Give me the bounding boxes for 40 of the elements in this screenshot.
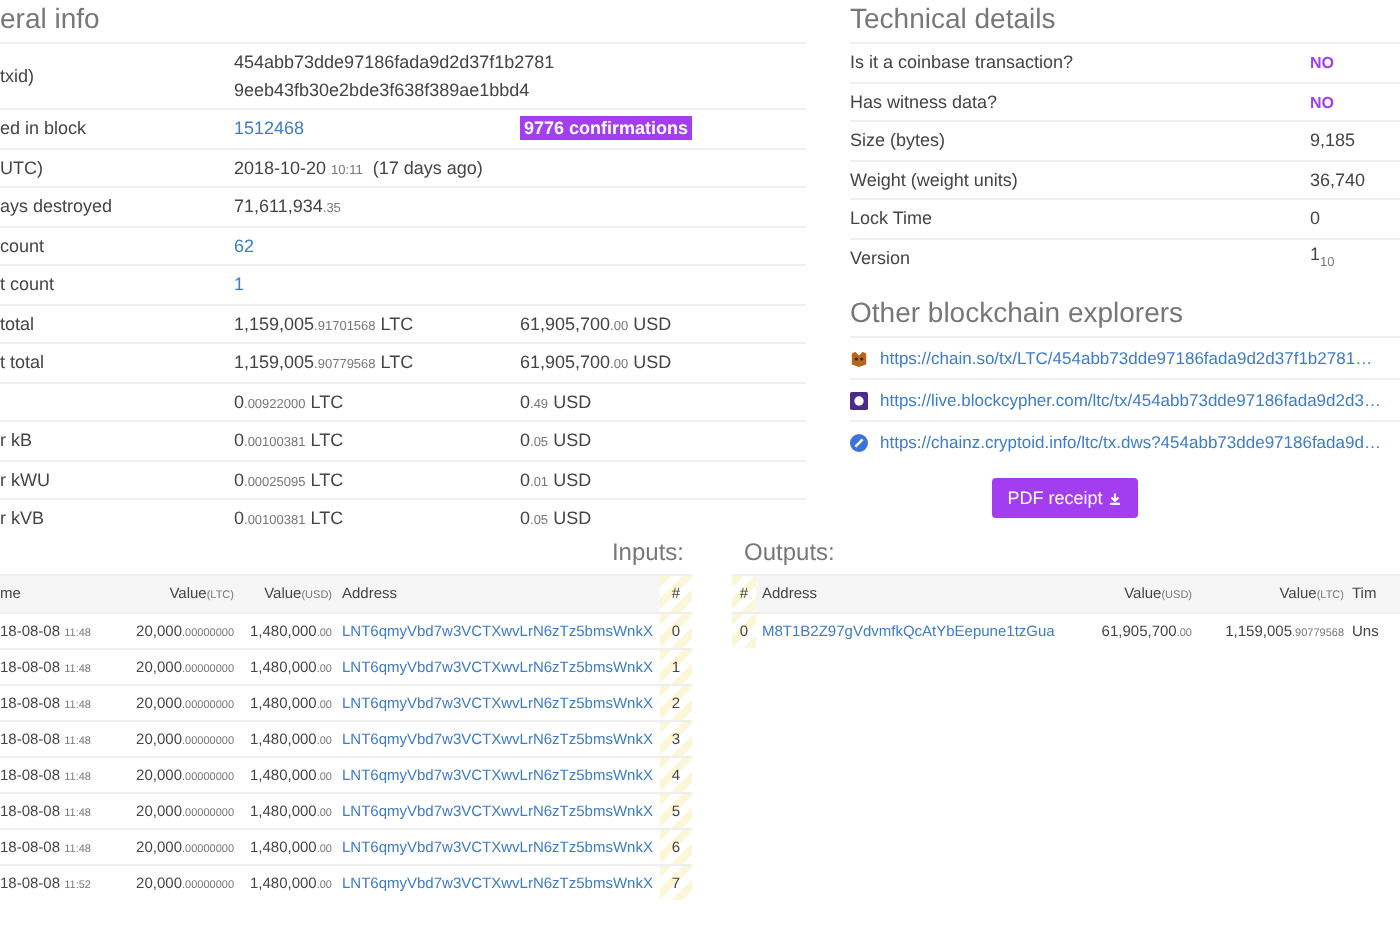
pencil-icon [850,433,868,451]
flag-value: NO [1310,93,1334,112]
row-label: Size (bytes) [850,130,946,151]
row-label: t total [0,352,45,373]
row-label: txid) [0,66,35,86]
row-value: 0 [1310,208,1321,229]
dog-icon [850,349,868,367]
section-title: eral info [0,0,102,38]
flag-value: NO [1310,54,1334,73]
block-link[interactable]: 1512468 [234,118,305,139]
row-label: ed in block [0,118,87,139]
transaction-hash: 454abb73dde97186fada9d2d37f1b2781 9eeb43fb30e2bde3f638f389ae1bbd4 [234,52,555,100]
confirmations-badge: 9776 confirmations [520,116,693,141]
row-label: total [0,313,35,334]
explorer-link[interactable]: https://chainz.cryptoid.info/ltc/tx.dws?454abb73dde97186fada9d… [880,432,1381,452]
row-value: 1$_{10}$ [1310,244,1335,265]
row-label: Lock Time [850,208,933,229]
section-title: Inputs: [609,537,686,569]
row-value: 9,185 [1310,130,1356,151]
explorer-link[interactable]: https://live.blockcypher.com/ltc/tx/454abb73dde97186fada9d2d3… [880,390,1381,410]
section-title: Technical details [850,0,1058,38]
row-label: ays destroyed [0,196,113,217]
row-label: Has witness data? [850,91,998,112]
count-link[interactable]: 1 [234,274,245,295]
section-title: Outputs: [742,537,837,569]
download-icon [1108,491,1123,505]
count-link[interactable]: 62 [234,235,255,256]
row-label: t count [0,274,55,295]
row-label: r kVB [0,508,45,529]
row-label: r kB [0,430,33,451]
section-title: Other blockchain explorers [850,294,1186,332]
row-label: count [0,235,45,256]
explorer-link[interactable]: https://chain.so/tx/LTC/454abb73dde97186fada9d2d37f1b2781… [880,348,1373,368]
row-label: Version [850,247,911,268]
row-label: Is it a coinbase transaction? [850,52,1074,73]
row-label: r kWU [0,469,50,490]
row-label: UTC) [0,157,43,178]
row-value: 36,740 [1310,169,1366,190]
pdf-receipt-button[interactable]: PDF receipt [991,478,1139,518]
row-label: Weight (weight units) [850,169,1018,190]
